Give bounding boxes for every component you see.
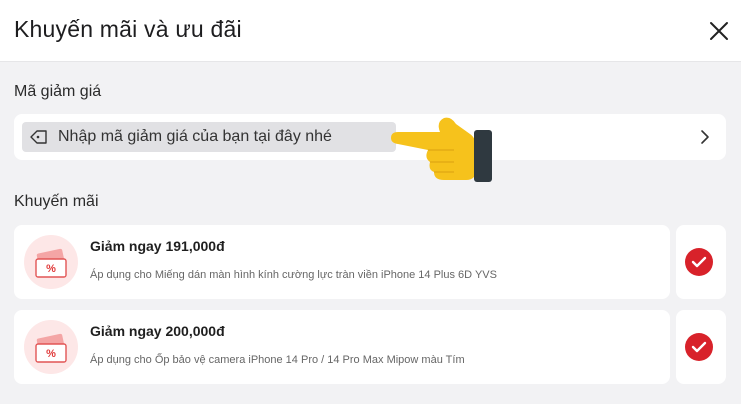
tag-icon (30, 129, 48, 145)
promo-description: Áp dụng cho Ốp bảo vệ camera iPhone 14 P… (90, 354, 465, 366)
promo-card: % Giảm ngay 200,000đ Áp dụng cho Ốp bảo … (14, 310, 670, 384)
promo-title: Giảm ngay 200,000đ (90, 323, 225, 339)
discount-ticket-icon: % (24, 235, 78, 289)
promo-card: % Giảm ngay 191,000đ Áp dụng cho Miếng d… (14, 225, 670, 299)
close-icon[interactable] (706, 18, 732, 44)
coupon-section-label: Mã giảm giá (14, 83, 102, 100)
checkmark-icon[interactable] (685, 333, 713, 361)
svg-text:%: % (46, 348, 56, 360)
coupon-input[interactable]: Nhập mã giảm giá của bạn tại đây nhé (22, 122, 396, 152)
promo-description: Áp dụng cho Miếng dán màn hình kính cườn… (90, 269, 497, 281)
chevron-right-icon[interactable] (697, 128, 713, 146)
coupon-input-row[interactable]: Nhập mã giảm giá của bạn tại đây nhé (14, 114, 726, 160)
modal-title: Khuyến mãi và ưu đãi (14, 16, 242, 42)
svg-text:%: % (46, 263, 56, 275)
promotions-section-label: Khuyến mãi (14, 193, 99, 210)
pointing-hand-icon (388, 108, 498, 184)
coupon-placeholder: Nhập mã giảm giá của bạn tại đây nhé (58, 128, 332, 145)
checkmark-icon[interactable] (685, 248, 713, 276)
modal-header: Khuyến mãi và ưu đãi (0, 0, 741, 62)
promo-title: Giảm ngay 191,000đ (90, 238, 225, 254)
promo-select-toggle[interactable] (676, 225, 726, 299)
promo-select-toggle[interactable] (676, 310, 726, 384)
discount-ticket-icon: % (24, 320, 78, 374)
